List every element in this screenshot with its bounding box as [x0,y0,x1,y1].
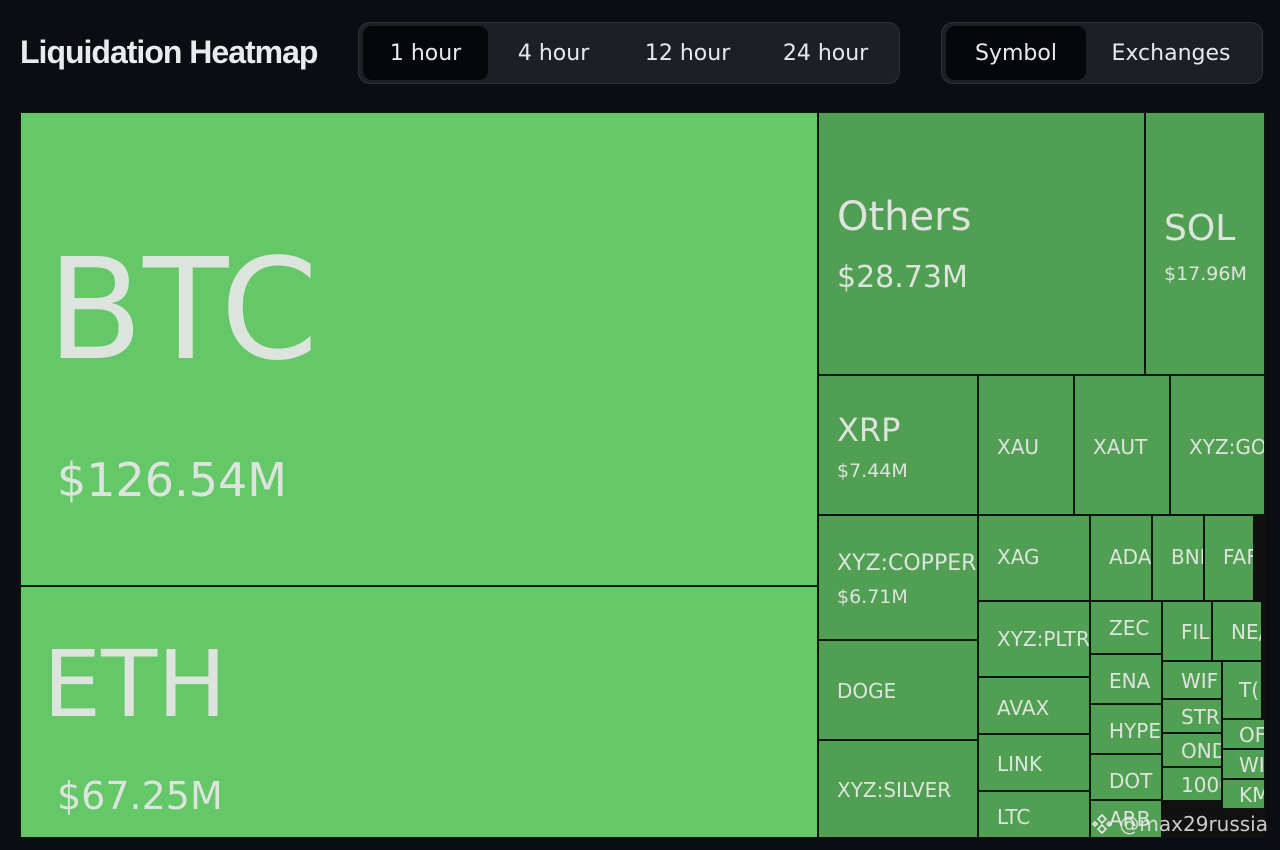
tile-bnb[interactable]: BNI [1152,515,1204,601]
tile-symbol: XRP [837,411,901,449]
tile-symbol: WIF [1181,669,1219,693]
tile-eth[interactable]: ETH $67.25M [20,586,818,838]
tab-1-hour[interactable]: 1 hour [363,26,489,80]
tile-xyzsilver[interactable]: XYZ:SILVER [818,740,978,838]
tile-km[interactable]: KM [1222,779,1265,809]
tile-xyzpltr[interactable]: XYZ:PLTR [978,601,1090,677]
tile-symbol: ENA [1109,669,1151,693]
tile-wl[interactable]: WI [1222,749,1265,779]
tile-symbol: XAUT [1093,435,1148,459]
tile-value: $7.44M [837,460,908,482]
tile-symbol: LINK [997,752,1043,776]
tile-wif[interactable]: WIF [1162,661,1222,699]
tile-hype[interactable]: HYPE [1090,704,1162,754]
tile-symbol: Others [837,194,972,240]
tile-symbol: HYPE [1109,719,1161,743]
tile-xau[interactable]: XAU [978,375,1074,515]
tile-symbol: XYZ:COPPER [837,551,977,576]
tile-symbol: ETH [43,631,227,738]
view-selector: Symbol Exchanges [941,22,1263,84]
tile-symbol: WI [1239,753,1265,777]
tile-symbol: XAG [997,545,1040,569]
binance-logo-icon [1091,813,1113,835]
tab-24-hour[interactable]: 24 hour [756,26,895,80]
tile-op[interactable]: OF [1222,719,1265,749]
tile-symbol: FAF [1223,545,1253,569]
tile-symbol: ZEC [1109,616,1150,640]
tile-symbol: XAU [997,435,1040,459]
tile-zec[interactable]: ZEC [1090,601,1162,654]
tile-xyzcopper[interactable]: XYZ:COPPER $6.71M [818,515,978,640]
tile-value: $28.73M [837,260,968,295]
tile-doge[interactable]: DOGE [818,640,978,740]
tile-symbol: OF [1239,723,1265,747]
tile-symbol: LTC [997,805,1031,829]
tile-symbol: AVAX [997,696,1050,720]
tile-symbol: NE/ [1231,620,1262,644]
tile-dot[interactable]: DOT [1090,754,1162,800]
tab-4-hour[interactable]: 4 hour [488,26,619,80]
tile-link[interactable]: LINK [978,734,1090,791]
tile-value: $126.54M [57,453,287,507]
tile-others[interactable]: Others $28.73M [818,112,1145,375]
page-title: Liquidation Heatmap [20,34,318,70]
tile-far[interactable]: FAF [1204,515,1254,601]
tile-sol[interactable]: SOL $17.96M [1145,112,1265,375]
tile-symbol: T( [1239,678,1260,702]
tile-symbol: FIL [1181,620,1210,644]
tile-near[interactable]: NE/ [1212,601,1262,661]
tile-symbol: BTC [47,229,319,392]
watermark: @max29russia [1091,812,1268,836]
tile-symbol: XYZ:PLTR [997,627,1090,651]
tile-value: $17.96M [1164,263,1247,285]
tile-symbol: STRI [1181,705,1222,729]
tile-k1000[interactable]: 1000 [1162,767,1222,801]
tab-symbol[interactable]: Symbol [946,26,1086,80]
tile-value: $6.71M [837,586,908,608]
tile-xaut[interactable]: XAUT [1074,375,1170,515]
tile-strk[interactable]: STRI [1162,699,1222,733]
tile-ena[interactable]: ENA [1090,654,1162,704]
tile-symbol: DOGE [837,679,897,703]
tile-symbol: XYZ:SILVER [837,778,952,802]
tile-ada[interactable]: ADA [1090,515,1152,601]
tile-symbol: SOL [1164,208,1236,249]
tile-tx[interactable]: T( [1222,661,1262,719]
tile-symbol: ADA [1109,545,1152,569]
tab-exchanges[interactable]: Exchanges [1086,26,1256,80]
tile-btc[interactable]: BTC $126.54M [20,112,818,586]
tile-ond[interactable]: OND [1162,733,1222,767]
tile-symbol: XYZ:GOI [1189,435,1265,459]
tile-symbol: DOT [1109,769,1153,793]
tile-symbol: BNI [1171,545,1204,569]
timeframe-selector: 1 hour 4 hour 12 hour 24 hour [358,22,900,84]
tile-xag[interactable]: XAG [978,515,1090,601]
tile-fil[interactable]: FIL [1162,601,1212,661]
tile-symbol: KM [1239,783,1264,807]
tile-symbol: 1000 [1181,773,1221,797]
tile-xrp[interactable]: XRP $7.44M [818,375,978,515]
tile-value: $67.25M [57,774,223,818]
watermark-text: @max29russia [1119,812,1268,836]
liquidation-treemap: BTC $126.54M ETH $67.25M Others $28.73M SOL $17… [20,112,1265,838]
tile-avax[interactable]: AVAX [978,677,1090,734]
tile-symbol: OND [1181,739,1221,763]
tab-12-hour[interactable]: 12 hour [619,26,756,80]
tile-xyzgold[interactable]: XYZ:GOI [1170,375,1265,515]
tile-ltc[interactable]: LTC [978,791,1090,838]
